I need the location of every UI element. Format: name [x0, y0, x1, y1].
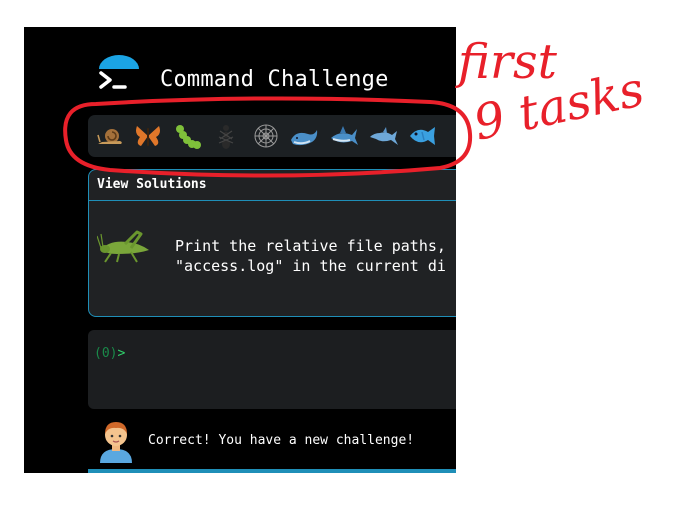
annotation-overlay: first 9 tasks — [63, 34, 649, 178]
red-ellipse-annotation — [63, 96, 473, 178]
